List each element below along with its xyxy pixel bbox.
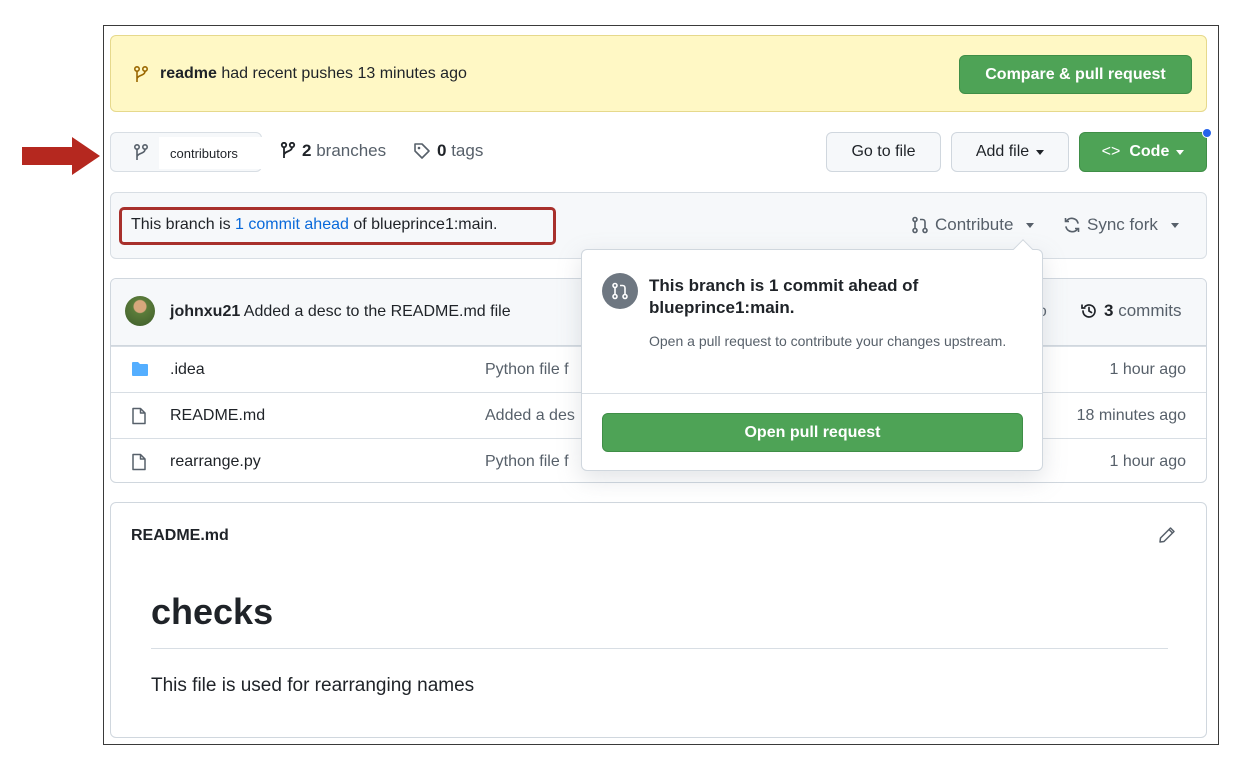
file-age: 1 hour ago (1109, 453, 1186, 470)
git-branch-icon (133, 143, 149, 167)
go-to-file-button[interactable]: Go to file (826, 132, 941, 172)
history-icon (1081, 304, 1096, 318)
branch-ahead-text: This branch is 1 commit ahead of bluepri… (131, 216, 497, 234)
code-label: Code (1129, 143, 1170, 160)
contribute-label: Contribute (935, 215, 1014, 234)
pull-request-icon (912, 216, 928, 234)
code-icon: <> (1101, 143, 1121, 160)
recent-push-banner: readme had recent pushes 13 minutes ago … (110, 35, 1207, 112)
tag-icon (414, 143, 430, 159)
branches-count: 2 (302, 141, 312, 160)
readme-filename[interactable]: README.md (131, 527, 229, 545)
branches-label: branches (316, 141, 387, 160)
commit-author[interactable]: johnxu21 (170, 303, 240, 320)
file-name[interactable]: README.md (170, 407, 265, 425)
sync-fork-label: Sync fork (1087, 215, 1158, 234)
sync-icon (1064, 217, 1080, 233)
commits-link[interactable]: 3 commits (1080, 301, 1181, 321)
banner-branch-name[interactable]: readme (160, 65, 217, 82)
folder-icon (131, 361, 149, 382)
tags-label: tags (451, 141, 484, 160)
file-age: 1 hour ago (1109, 361, 1186, 378)
file-age: 18 minutes ago (1076, 407, 1186, 424)
commit-message[interactable]: Added a desc to the README.md file (244, 303, 511, 320)
file-commit-message[interactable]: Python file f (485, 361, 569, 379)
ahead-prefix: This branch is (131, 216, 236, 233)
branch-selector[interactable]: contributors (110, 132, 262, 172)
add-file-label: Add file (975, 143, 1030, 160)
latest-commit-text: johnxu21 Added a desc to the README.md f… (170, 303, 511, 321)
code-button[interactable]: <> Code (1079, 132, 1207, 172)
branches-link[interactable]: 2 branches (280, 141, 386, 161)
popover-title: This branch is 1 commit ahead of bluepri… (649, 276, 919, 317)
file-name[interactable]: .idea (170, 361, 205, 379)
file-commit-message[interactable]: Added a des (485, 407, 575, 425)
chevron-down-icon (1170, 222, 1179, 228)
ahead-suffix: of blueprince1:main. (348, 216, 498, 233)
annotation-arrow (22, 137, 100, 175)
file-name[interactable]: rearrange.py (170, 453, 261, 471)
popover-description: Open a pull request to contribute your c… (649, 333, 1007, 349)
tags-count: 0 (437, 141, 447, 160)
file-icon (131, 407, 147, 430)
pencil-icon[interactable] (1158, 526, 1176, 549)
branch-selector-label: contributors (159, 137, 262, 169)
readme-body: This file is used for rearranging names (151, 675, 475, 696)
contribute-dropdown[interactable]: Contribute (911, 215, 1035, 235)
notification-dot (1202, 128, 1212, 138)
commit-ahead-link[interactable]: 1 commit ahead (235, 216, 349, 233)
sync-fork-dropdown[interactable]: Sync fork (1063, 215, 1179, 235)
readme-heading: checks (151, 591, 274, 632)
open-pull-request-button[interactable]: Open pull request (602, 413, 1023, 452)
add-file-button[interactable]: Add file (951, 132, 1069, 172)
chevron-down-icon (1036, 149, 1045, 155)
tags-link[interactable]: 0 tags (413, 141, 483, 161)
git-branch-icon (133, 65, 149, 89)
commits-count: 3 (1104, 301, 1114, 320)
contribute-popover: This branch is 1 commit ahead of bluepri… (581, 239, 1043, 471)
avatar[interactable] (125, 296, 155, 326)
readme-panel: README.md checks This file is used for r… (110, 502, 1207, 738)
pull-request-icon (602, 273, 638, 309)
banner-message: had recent pushes 13 minutes ago (221, 65, 467, 82)
file-icon (131, 453, 147, 476)
divider (151, 648, 1168, 649)
banner-text: readme had recent pushes 13 minutes ago (160, 65, 467, 83)
divider (582, 393, 1042, 394)
compare-pull-request-button[interactable]: Compare & pull request (959, 55, 1192, 94)
chevron-down-icon (1026, 222, 1035, 228)
commits-label: commits (1118, 301, 1182, 320)
file-commit-message[interactable]: Python file f (485, 453, 569, 471)
git-branch-icon (280, 142, 296, 158)
chevron-down-icon (1176, 149, 1185, 155)
